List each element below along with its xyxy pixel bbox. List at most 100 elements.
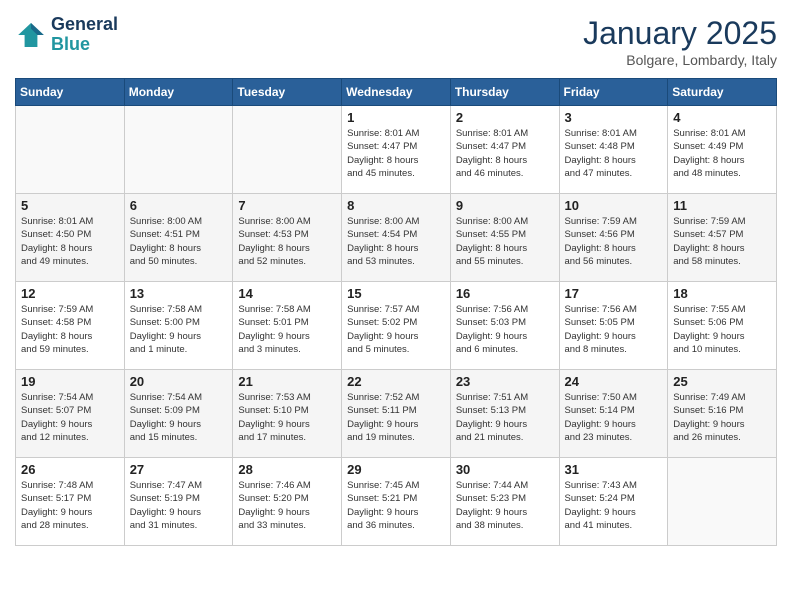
calendar-cell [124, 106, 233, 194]
day-number: 18 [673, 286, 771, 301]
calendar-cell: 6 Sunrise: 8:00 AM Sunset: 4:51 PM Daylig… [124, 194, 233, 282]
day-info: Sunrise: 7:46 AM Sunset: 5:20 PM Dayligh… [238, 479, 336, 532]
day-number: 17 [565, 286, 663, 301]
day-number: 15 [347, 286, 445, 301]
header-day-saturday: Saturday [668, 79, 777, 106]
header-day-wednesday: Wednesday [342, 79, 451, 106]
day-number: 22 [347, 374, 445, 389]
day-number: 10 [565, 198, 663, 213]
page-header: General Blue January 2025 Bolgare, Lomba… [15, 15, 777, 68]
calendar-header: SundayMondayTuesdayWednesdayThursdayFrid… [16, 79, 777, 106]
day-number: 8 [347, 198, 445, 213]
day-number: 29 [347, 462, 445, 477]
day-number: 2 [456, 110, 554, 125]
day-number: 30 [456, 462, 554, 477]
day-number: 28 [238, 462, 336, 477]
calendar-cell: 18Sunrise: 7:55 AM Sunset: 5:06 PM Dayli… [668, 282, 777, 370]
day-info: Sunrise: 8:00 AM Sunset: 4:53 PM Dayligh… [238, 215, 336, 268]
calendar-cell [668, 458, 777, 546]
day-info: Sunrise: 7:57 AM Sunset: 5:02 PM Dayligh… [347, 303, 445, 356]
week-row-3: 12 Sunrise: 7:59 AM Sunset: 4:58 PM Dayli… [16, 282, 777, 370]
calendar-cell: 5 Sunrise: 8:01 AM Sunset: 4:50 PM Daylig… [16, 194, 125, 282]
day-number: 7 [238, 198, 336, 213]
calendar-cell: 1Sunrise: 8:01 AM Sunset: 4:47 PM Daylig… [342, 106, 451, 194]
calendar-cell: 15 Sunrise: 7:57 AM Sunset: 5:02 PM Dayli… [342, 282, 451, 370]
day-number: 11 [673, 198, 771, 213]
calendar-cell: 24Sunrise: 7:50 AM Sunset: 5:14 PM Dayli… [559, 370, 668, 458]
calendar-cell: 28 Sunrise: 7:46 AM Sunset: 5:20 PM Dayli… [233, 458, 342, 546]
calendar-cell: 31 Sunrise: 7:43 AM Sunset: 5:24 PM Dayli… [559, 458, 668, 546]
day-number: 25 [673, 374, 771, 389]
header-row: SundayMondayTuesdayWednesdayThursdayFrid… [16, 79, 777, 106]
day-info: Sunrise: 7:48 AM Sunset: 5:17 PM Dayligh… [21, 479, 119, 532]
day-info: Sunrise: 7:43 AM Sunset: 5:24 PM Dayligh… [565, 479, 663, 532]
header-day-monday: Monday [124, 79, 233, 106]
day-number: 3 [565, 110, 663, 125]
calendar-cell [16, 106, 125, 194]
day-info: Sunrise: 7:44 AM Sunset: 5:23 PM Dayligh… [456, 479, 554, 532]
calendar-cell: 16 Sunrise: 7:56 AM Sunset: 5:03 PM Dayli… [450, 282, 559, 370]
calendar-cell: 10 Sunrise: 7:59 AM Sunset: 4:56 PM Dayli… [559, 194, 668, 282]
day-info: Sunrise: 8:01 AM Sunset: 4:48 PM Dayligh… [565, 127, 663, 180]
calendar-cell: 20 Sunrise: 7:54 AM Sunset: 5:09 PM Dayli… [124, 370, 233, 458]
day-info: Sunrise: 7:51 AM Sunset: 5:13 PM Dayligh… [456, 391, 554, 444]
calendar-cell: 29 Sunrise: 7:45 AM Sunset: 5:21 PM Dayli… [342, 458, 451, 546]
logo-text: General Blue [51, 15, 118, 55]
day-number: 26 [21, 462, 119, 477]
week-row-5: 26 Sunrise: 7:48 AM Sunset: 5:17 PM Dayli… [16, 458, 777, 546]
calendar-cell: 19 Sunrise: 7:54 AM Sunset: 5:07 PM Dayli… [16, 370, 125, 458]
logo-icon [15, 19, 47, 51]
calendar-subtitle: Bolgare, Lombardy, Italy [583, 52, 777, 68]
day-info: Sunrise: 7:49 AM Sunset: 5:16 PM Dayligh… [673, 391, 771, 444]
header-day-sunday: Sunday [16, 79, 125, 106]
day-number: 16 [456, 286, 554, 301]
day-number: 19 [21, 374, 119, 389]
calendar-cell: 17Sunrise: 7:56 AM Sunset: 5:05 PM Dayli… [559, 282, 668, 370]
week-row-1: 1Sunrise: 8:01 AM Sunset: 4:47 PM Daylig… [16, 106, 777, 194]
day-info: Sunrise: 7:59 AM Sunset: 4:57 PM Dayligh… [673, 215, 771, 268]
calendar-cell: 7 Sunrise: 8:00 AM Sunset: 4:53 PM Daylig… [233, 194, 342, 282]
day-info: Sunrise: 7:59 AM Sunset: 4:56 PM Dayligh… [565, 215, 663, 268]
calendar-cell: 4 Sunrise: 8:01 AM Sunset: 4:49 PM Daylig… [668, 106, 777, 194]
week-row-4: 19 Sunrise: 7:54 AM Sunset: 5:07 PM Dayli… [16, 370, 777, 458]
calendar-cell: 23 Sunrise: 7:51 AM Sunset: 5:13 PM Dayli… [450, 370, 559, 458]
day-info: Sunrise: 8:00 AM Sunset: 4:55 PM Dayligh… [456, 215, 554, 268]
calendar-cell: 26 Sunrise: 7:48 AM Sunset: 5:17 PM Dayli… [16, 458, 125, 546]
day-info: Sunrise: 7:54 AM Sunset: 5:09 PM Dayligh… [130, 391, 228, 444]
day-info: Sunrise: 7:56 AM Sunset: 5:03 PM Dayligh… [456, 303, 554, 356]
calendar-cell: 11 Sunrise: 7:59 AM Sunset: 4:57 PM Dayli… [668, 194, 777, 282]
day-info: Sunrise: 7:47 AM Sunset: 5:19 PM Dayligh… [130, 479, 228, 532]
calendar-cell: 13 Sunrise: 7:58 AM Sunset: 5:00 PM Dayli… [124, 282, 233, 370]
calendar-cell: 27 Sunrise: 7:47 AM Sunset: 5:19 PM Dayli… [124, 458, 233, 546]
day-info: Sunrise: 8:01 AM Sunset: 4:50 PM Dayligh… [21, 215, 119, 268]
day-number: 6 [130, 198, 228, 213]
day-info: Sunrise: 7:53 AM Sunset: 5:10 PM Dayligh… [238, 391, 336, 444]
calendar-cell: 9 Sunrise: 8:00 AM Sunset: 4:55 PM Daylig… [450, 194, 559, 282]
header-day-tuesday: Tuesday [233, 79, 342, 106]
day-info: Sunrise: 7:54 AM Sunset: 5:07 PM Dayligh… [21, 391, 119, 444]
calendar-cell: 14Sunrise: 7:58 AM Sunset: 5:01 PM Dayli… [233, 282, 342, 370]
day-info: Sunrise: 8:00 AM Sunset: 4:51 PM Dayligh… [130, 215, 228, 268]
day-number: 5 [21, 198, 119, 213]
header-day-thursday: Thursday [450, 79, 559, 106]
day-info: Sunrise: 7:58 AM Sunset: 5:00 PM Dayligh… [130, 303, 228, 356]
day-info: Sunrise: 7:59 AM Sunset: 4:58 PM Dayligh… [21, 303, 119, 356]
day-number: 27 [130, 462, 228, 477]
day-info: Sunrise: 7:45 AM Sunset: 5:21 PM Dayligh… [347, 479, 445, 532]
calendar-cell: 2 Sunrise: 8:01 AM Sunset: 4:47 PM Daylig… [450, 106, 559, 194]
day-number: 12 [21, 286, 119, 301]
day-number: 13 [130, 286, 228, 301]
day-info: Sunrise: 8:01 AM Sunset: 4:47 PM Dayligh… [347, 127, 445, 180]
calendar-cell: 3 Sunrise: 8:01 AM Sunset: 4:48 PM Daylig… [559, 106, 668, 194]
day-number: 9 [456, 198, 554, 213]
day-info: Sunrise: 8:01 AM Sunset: 4:49 PM Dayligh… [673, 127, 771, 180]
day-info: Sunrise: 7:50 AM Sunset: 5:14 PM Dayligh… [565, 391, 663, 444]
calendar-cell: 22Sunrise: 7:52 AM Sunset: 5:11 PM Dayli… [342, 370, 451, 458]
day-info: Sunrise: 7:58 AM Sunset: 5:01 PM Dayligh… [238, 303, 336, 356]
day-number: 20 [130, 374, 228, 389]
calendar-cell: 25 Sunrise: 7:49 AM Sunset: 5:16 PM Dayli… [668, 370, 777, 458]
day-info: Sunrise: 8:01 AM Sunset: 4:47 PM Dayligh… [456, 127, 554, 180]
day-number: 23 [456, 374, 554, 389]
day-number: 31 [565, 462, 663, 477]
day-number: 4 [673, 110, 771, 125]
